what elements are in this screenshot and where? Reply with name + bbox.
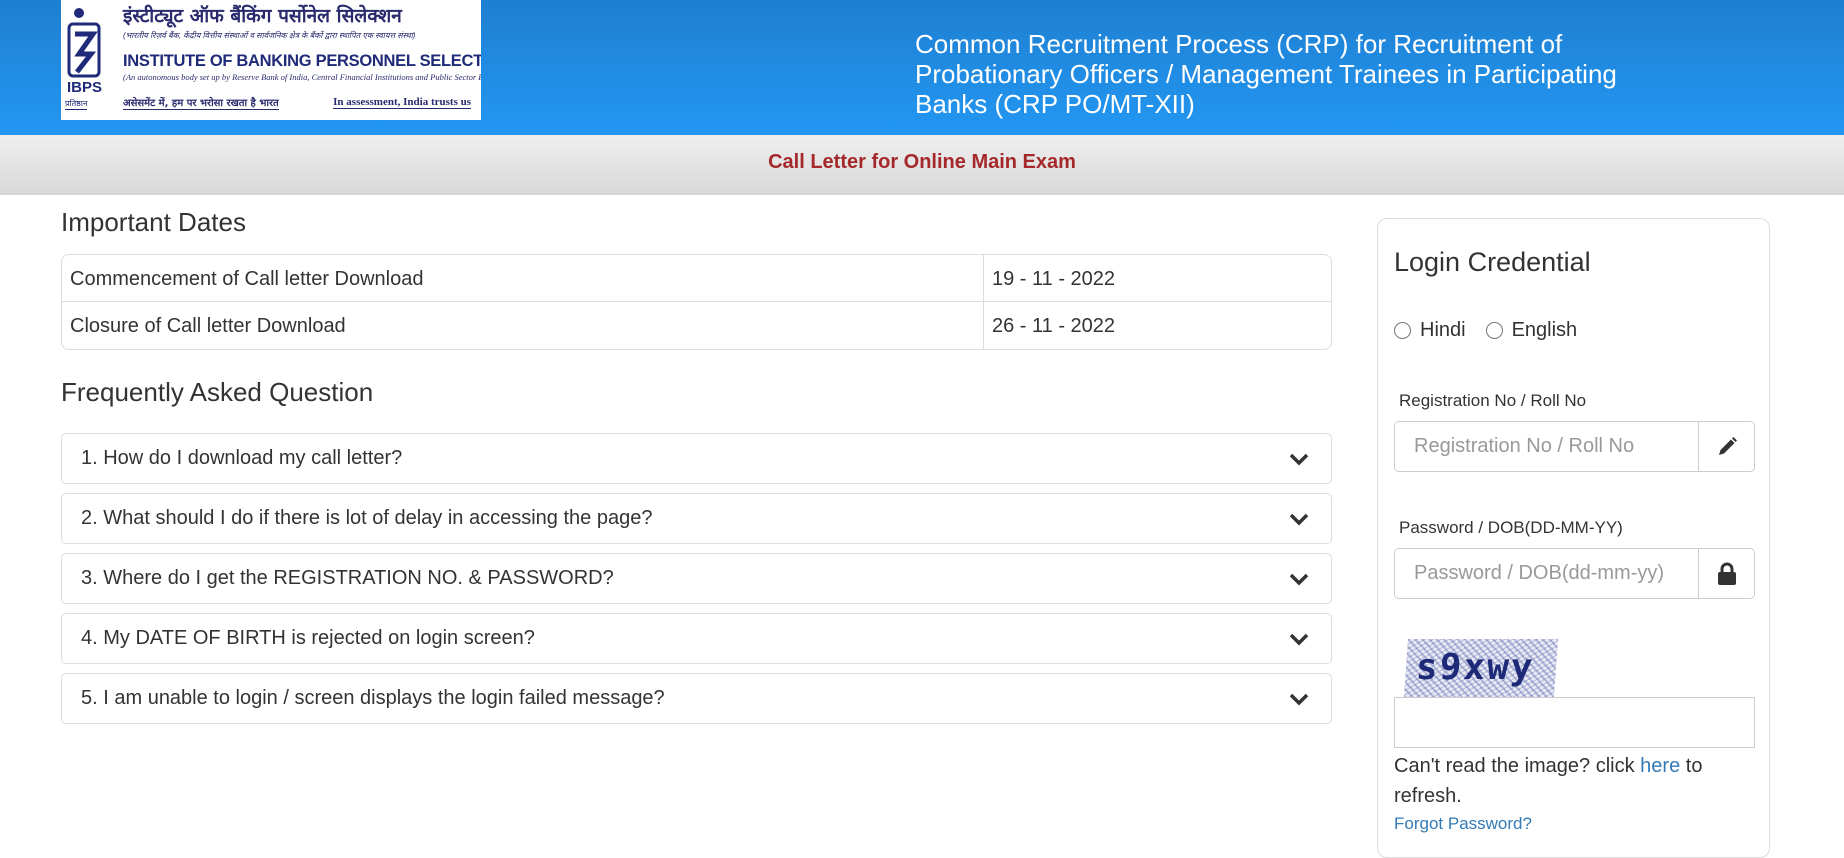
lock-icon xyxy=(1717,562,1736,585)
registration-input[interactable] xyxy=(1395,422,1698,471)
pencil-icon xyxy=(1718,436,1737,455)
login-panel: Login Credential Hindi English Registrat… xyxy=(1377,218,1770,858)
date-label: Commencement of Call letter Download xyxy=(62,255,984,301)
faq-item[interactable]: 1. How do I download my call letter? xyxy=(61,433,1332,484)
captcha-image: s9xwy xyxy=(1403,639,1559,697)
date-value: 26 - 11 - 2022 xyxy=(992,315,1116,337)
password-input[interactable] xyxy=(1395,549,1698,598)
refresh-prefix: Can't read the image? click xyxy=(1394,755,1641,777)
chevron-down-icon[interactable] xyxy=(1289,512,1309,526)
important-dates-heading: Important Dates xyxy=(61,207,246,237)
logo-hindi-tagline: असेसमेंट में, हम पर भरोसा रखता है भारत xyxy=(123,95,279,110)
logo-english-title: INSTITUTE OF BANKING PERSONNEL SELECTION xyxy=(123,52,481,70)
faq-question: 2. What should I do if there is lot of d… xyxy=(81,507,653,529)
page-title: Common Recruitment Process (CRP) for Rec… xyxy=(915,29,1617,119)
login-title: Login Credential xyxy=(1394,247,1591,277)
faq-question: 5. I am unable to login / screen display… xyxy=(81,687,665,709)
ibps-logo: IBPS प्रतिष्ठान इंस्टीट्यूट ऑफ बैंकिंग प… xyxy=(61,0,481,120)
logo-english-subtitle: (An autonomous body set up by Reserve Ba… xyxy=(123,72,481,82)
registration-addon xyxy=(1698,422,1754,471)
table-row: Closure of Call letter Download 26 - 11 … xyxy=(62,302,1331,349)
chevron-down-icon[interactable] xyxy=(1289,452,1309,466)
captcha-input[interactable] xyxy=(1394,697,1755,748)
sub-banner: Call Letter for Online Main Exam xyxy=(0,135,1844,195)
chevron-down-icon[interactable] xyxy=(1289,692,1309,706)
important-dates-table: Commencement of Call letter Download 19 … xyxy=(61,254,1332,350)
sub-banner-title: Call Letter for Online Main Exam xyxy=(768,151,1076,173)
forgot-password-link[interactable]: Forgot Password? xyxy=(1394,814,1532,834)
faq-question: 4. My DATE OF BIRTH is rejected on login… xyxy=(81,627,535,649)
logo-hindi-subtitle: (भारतीय रिज़र्व बैंक, केंद्रीय वित्तीय स… xyxy=(123,31,416,40)
faq-item[interactable]: 3. Where do I get the REGISTRATION NO. &… xyxy=(61,553,1332,604)
radio-label-english[interactable]: English xyxy=(1512,319,1578,342)
chevron-down-icon[interactable] xyxy=(1289,572,1309,586)
captcha-refresh-link[interactable]: here xyxy=(1640,755,1680,777)
logo-hindi-title: इंस्टीट्यूट ऑफ बैंकिंग पर्सोनेल सिलेक्शन xyxy=(123,5,402,27)
radio-label-hindi[interactable]: Hindi xyxy=(1420,319,1466,342)
faq-heading: Frequently Asked Question xyxy=(61,377,374,407)
faq-item[interactable]: 2. What should I do if there is lot of d… xyxy=(61,493,1332,544)
radio-english[interactable] xyxy=(1485,322,1503,339)
table-row: Commencement of Call letter Download 19 … xyxy=(62,255,1331,302)
password-addon xyxy=(1698,549,1754,598)
page-header: IBPS प्रतिष्ठान इंस्टीट्यूट ऑफ बैंकिंग प… xyxy=(0,0,1844,135)
language-selector: Hindi English xyxy=(1394,319,1597,342)
logo-english-tagline: In assessment, India trusts us xyxy=(333,96,471,109)
faq-question: 3. Where do I get the REGISTRATION NO. &… xyxy=(81,567,614,589)
logo-abbr: IBPS xyxy=(67,79,103,96)
faq-item[interactable]: 5. I am unable to login / screen display… xyxy=(61,673,1332,724)
faq-accordion: 1. How do I download my call letter? 2. … xyxy=(61,433,1332,733)
logo-abbr-hindi: प्रतिष्ठान xyxy=(65,99,88,110)
date-label: Closure of Call letter Download xyxy=(62,302,984,349)
date-value: 19 - 11 - 2022 xyxy=(992,268,1116,290)
radio-hindi[interactable] xyxy=(1394,322,1411,339)
faq-question: 1. How do I download my call letter? xyxy=(81,447,403,469)
registration-label: Registration No / Roll No xyxy=(1399,391,1587,410)
password-input-group xyxy=(1394,548,1755,599)
password-label: Password / DOB(DD-MM-YY) xyxy=(1399,518,1623,537)
chevron-down-icon[interactable] xyxy=(1289,632,1309,646)
captcha-refresh-text: Can't read the image? click here to refr… xyxy=(1394,751,1734,811)
faq-item[interactable]: 4. My DATE OF BIRTH is rejected on login… xyxy=(61,613,1332,664)
registration-input-group xyxy=(1394,421,1755,472)
